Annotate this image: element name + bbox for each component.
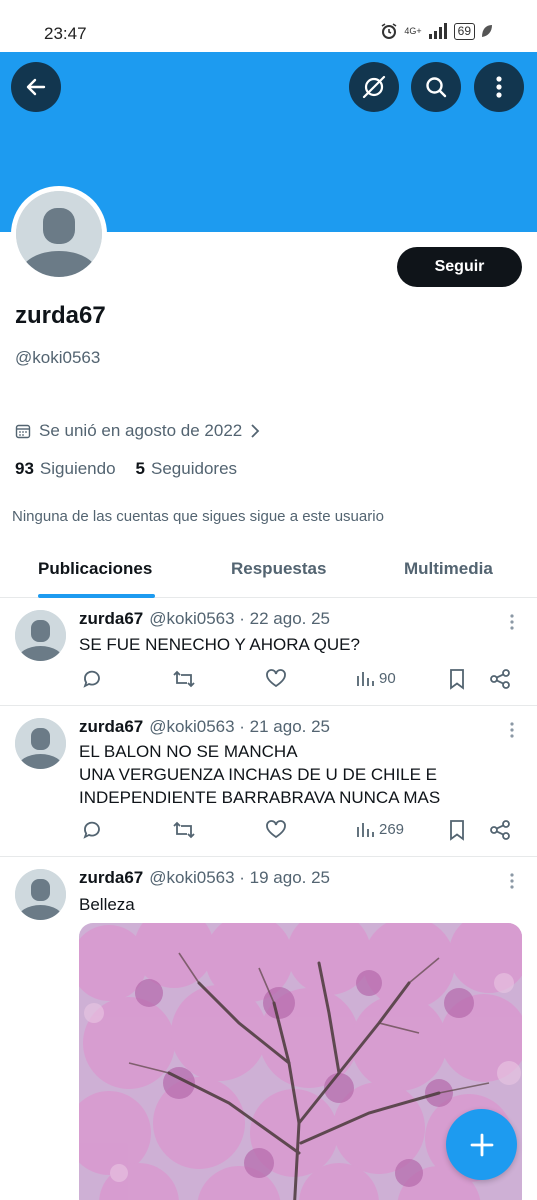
reply-button[interactable]	[81, 668, 103, 690]
search-icon	[426, 77, 447, 98]
arrow-left-icon	[26, 78, 46, 96]
bookmark-button[interactable]	[448, 668, 466, 690]
status-bar: 23:47 4G+ 69	[0, 0, 537, 52]
heart-icon	[266, 669, 286, 688]
post-meta: @koki0563 · 21 ago. 25	[149, 717, 331, 736]
tab-multimedia[interactable]: Multimedia	[404, 540, 493, 598]
views-button[interactable]: 269	[355, 819, 404, 839]
post-author-name[interactable]: zurda67	[79, 609, 143, 628]
followers-link[interactable]: 5 Seguidores	[136, 459, 237, 479]
status-time: 23:47	[44, 24, 87, 43]
share-icon	[490, 820, 510, 840]
display-name: zurda67	[15, 302, 106, 329]
follow-counts: 93 Siguiendo 5 Seguidores	[15, 459, 237, 479]
default-avatar-icon	[15, 718, 66, 769]
like-button[interactable]	[265, 668, 287, 688]
leaf-icon	[482, 25, 492, 37]
repost-icon	[173, 670, 195, 688]
plus-icon	[470, 1133, 493, 1156]
compose-button[interactable]	[446, 1109, 517, 1180]
alarm-icon	[381, 23, 397, 39]
repost-button[interactable]	[172, 819, 196, 841]
chevron-right-icon	[251, 424, 260, 438]
joined-text: Se unió en agosto de 2022	[39, 421, 243, 440]
post-header: zurda67 @koki0563 · 19 ago. 25	[79, 868, 330, 888]
following-count: 93	[15, 459, 34, 478]
following-label: Siguiendo	[39, 459, 116, 478]
more-vertical-icon	[496, 76, 502, 98]
search-button[interactable]	[411, 62, 461, 112]
post-actions: 269	[79, 819, 519, 843]
bookmark-button[interactable]	[448, 819, 466, 841]
battery-indicator: 69	[453, 22, 475, 40]
post-more-icon[interactable]	[509, 722, 515, 738]
grok-button[interactable]	[349, 62, 399, 112]
default-avatar-icon	[15, 869, 66, 920]
post-header: zurda67 @koki0563 · 21 ago. 25	[79, 717, 330, 737]
post-actions: 90	[79, 668, 519, 692]
following-link[interactable]: 93 Siguiendo	[15, 459, 116, 479]
post-avatar[interactable]	[15, 718, 66, 769]
share-button[interactable]	[489, 668, 511, 690]
post-more-icon[interactable]	[509, 614, 515, 630]
post-author-name[interactable]: zurda67	[79, 868, 143, 887]
post-item[interactable]: zurda67 @koki0563 · 21 ago. 25 EL BALON N…	[0, 706, 537, 857]
post-meta: @koki0563 · 19 ago. 25	[149, 868, 331, 887]
signal-icon	[428, 23, 447, 39]
default-avatar-icon	[16, 191, 102, 277]
post-header: zurda67 @koki0563 · 22 ago. 25	[79, 609, 330, 629]
grok-icon	[362, 75, 386, 99]
tab-publicaciones[interactable]: Publicaciones	[38, 540, 152, 598]
post-author-name[interactable]: zurda67	[79, 717, 143, 736]
post-item[interactable]: zurda67 @koki0563 · 22 ago. 25 SE FUE NEN…	[0, 598, 537, 706]
repost-button[interactable]	[172, 668, 196, 690]
tab-respuestas[interactable]: Respuestas	[231, 540, 326, 598]
status-icons: 4G+ 69	[380, 22, 493, 40]
back-button[interactable]	[11, 62, 61, 112]
views-count: 90	[379, 669, 396, 687]
share-icon	[490, 669, 510, 689]
default-avatar-icon	[15, 610, 66, 661]
follow-button[interactable]: Seguir	[397, 247, 522, 287]
reply-button[interactable]	[81, 819, 103, 841]
bookmark-icon	[450, 820, 464, 841]
more-options-button[interactable]	[474, 62, 524, 112]
calendar-icon	[15, 424, 31, 439]
followers-label: Seguidores	[151, 459, 238, 478]
views-chart-icon	[357, 672, 374, 686]
user-handle: @koki0563	[15, 348, 101, 367]
views-count: 269	[379, 820, 405, 838]
post-text: SE FUE NENECHO Y AHORA QUE?	[79, 635, 360, 654]
post-meta: @koki0563 · 22 ago. 25	[149, 609, 331, 628]
network-type: 4G+	[404, 26, 422, 36]
post-avatar[interactable]	[15, 869, 66, 920]
like-button[interactable]	[265, 819, 287, 839]
views-chart-icon	[357, 823, 374, 837]
post-text: Belleza	[79, 895, 135, 914]
joined-date-row[interactable]: Se unió en agosto de 2022	[15, 421, 260, 441]
repost-icon	[173, 821, 195, 839]
profile-tabs: Publicaciones Respuestas Multimedia	[0, 540, 537, 598]
reply-icon	[83, 821, 100, 839]
heart-icon	[266, 820, 286, 839]
followers-count: 5	[135, 459, 146, 478]
not-followed-note: Ninguna de las cuentas que sigues sigue …	[12, 508, 384, 525]
post-avatar[interactable]	[15, 610, 66, 661]
post-text: EL BALON NO SE MANCHA UNA VERGUENZA INCH…	[79, 742, 441, 807]
post-more-icon[interactable]	[509, 873, 515, 889]
share-button[interactable]	[489, 819, 511, 841]
views-button[interactable]: 90	[355, 668, 396, 688]
reply-icon	[83, 670, 100, 688]
bookmark-icon	[450, 669, 464, 690]
profile-avatar[interactable]	[11, 186, 107, 282]
